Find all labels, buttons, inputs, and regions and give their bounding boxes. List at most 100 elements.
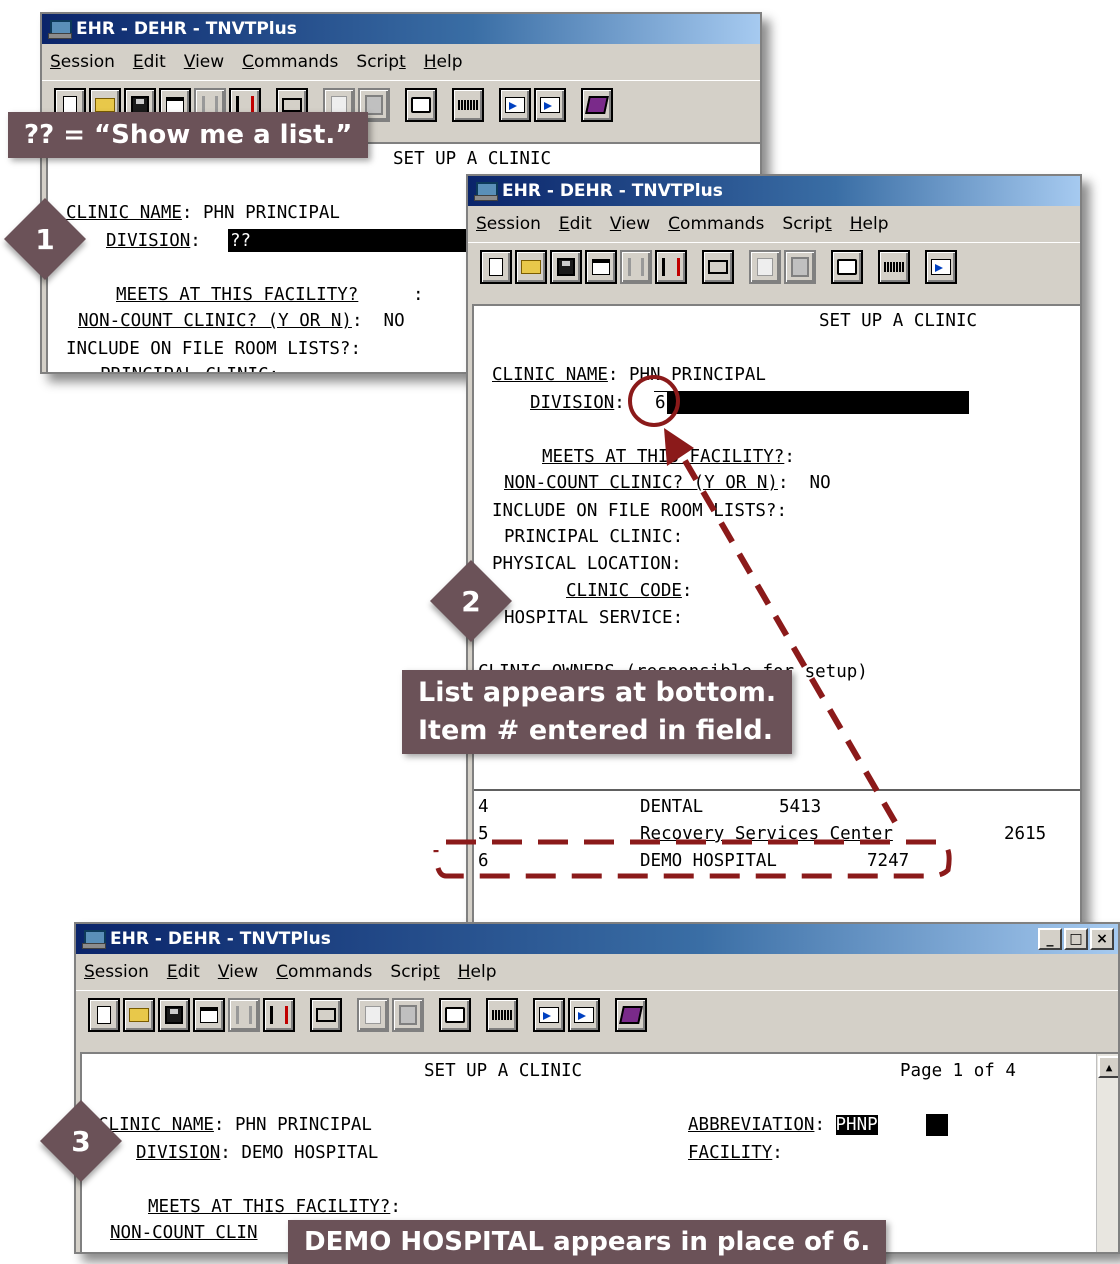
connect-icon <box>270 1005 288 1024</box>
settings-button[interactable] <box>620 249 652 284</box>
step-3-number: 3 <box>71 1124 91 1158</box>
menu-edit[interactable]: Edit <box>167 962 200 982</box>
keyboard-button[interactable] <box>486 997 518 1032</box>
paste-button[interactable] <box>784 249 816 284</box>
division-value: ?? <box>230 231 252 251</box>
window-3-title: EHR - DEHR - TNVTPlus <box>110 929 331 949</box>
help-book-icon <box>585 95 609 114</box>
maximize-button[interactable]: □ <box>1064 928 1088 950</box>
save-button[interactable] <box>550 249 582 284</box>
callout-list-appears: List appears at bottom. Item # entered i… <box>402 670 793 754</box>
save-icon <box>131 95 149 114</box>
menu-edit[interactable]: Edit <box>133 52 166 72</box>
frame-button[interactable] <box>831 249 863 284</box>
division-row: DIVISION: DEMO HOSPITAL <box>136 1143 379 1163</box>
minimize-button[interactable]: _ <box>1038 928 1062 950</box>
properties-button[interactable] <box>193 997 225 1032</box>
connect-button[interactable] <box>655 249 687 284</box>
page-indicator: Page 1 of 4 <box>900 1061 1016 1081</box>
step-1-number: 1 <box>35 222 55 256</box>
terminal-app-icon <box>48 20 72 39</box>
terminal-app-icon <box>474 182 498 201</box>
receive-button[interactable] <box>568 997 600 1032</box>
settings-icon <box>628 257 644 276</box>
paste-icon <box>791 256 809 277</box>
menu-session[interactable]: Session <box>476 214 541 234</box>
menu-script[interactable]: Script <box>782 214 831 234</box>
copy-icon <box>331 95 347 114</box>
facility-row: FACILITY: <box>688 1143 783 1163</box>
print-button[interactable] <box>702 249 734 284</box>
menu-view[interactable]: View <box>184 52 224 72</box>
open-button[interactable] <box>515 249 547 284</box>
window-2-titlebar[interactable]: EHR - DEHR - TNVTPlus <box>468 176 1080 206</box>
division-input[interactable] <box>654 391 969 414</box>
save-button[interactable] <box>158 997 190 1032</box>
meets-row: MEETS AT THIS FACILITY?: <box>148 1197 401 1217</box>
open-button[interactable] <box>123 997 155 1032</box>
print-button[interactable] <box>310 997 342 1032</box>
copy-button[interactable] <box>749 249 781 284</box>
list-item-num: 6 <box>478 851 489 871</box>
copy-icon <box>365 1005 381 1024</box>
paste-button[interactable] <box>392 997 424 1032</box>
receive-icon <box>574 1006 594 1023</box>
connect-button[interactable] <box>263 997 295 1032</box>
send-button[interactable] <box>533 997 565 1032</box>
send-button[interactable] <box>925 249 957 284</box>
menu-script[interactable]: Script <box>390 962 439 982</box>
menu-commands[interactable]: Commands <box>276 962 372 982</box>
window-2-terminal[interactable]: SET UP A CLINIC CLINIC NAME: PHN PRINCIP… <box>472 304 1080 932</box>
clinic-name-row: CLINIC NAME: PHN PRINCIPAL <box>98 1115 372 1135</box>
division-value: 6 <box>654 392 667 414</box>
save-icon <box>165 1005 183 1024</box>
settings-button[interactable] <box>228 997 260 1032</box>
menu-help[interactable]: Help <box>458 962 497 982</box>
division-row: DIVISION: <box>530 393 636 413</box>
frame-button[interactable] <box>439 997 471 1032</box>
menu-session[interactable]: Session <box>50 52 115 72</box>
menu-commands[interactable]: Commands <box>242 52 338 72</box>
new-document-icon <box>97 1005 111 1024</box>
close-button[interactable]: × <box>1090 928 1114 950</box>
principal-row: PRINCIPAL CLINIC: <box>504 527 684 547</box>
callout-show-list: ?? = “Show me a list.” <box>8 112 369 158</box>
send-button[interactable] <box>499 87 531 122</box>
settings-icon <box>202 95 218 114</box>
properties-button[interactable] <box>585 249 617 284</box>
menu-help[interactable]: Help <box>850 214 889 234</box>
menu-view[interactable]: View <box>610 214 650 234</box>
vertical-scrollbar[interactable]: ▲ <box>1096 1054 1118 1252</box>
menu-view[interactable]: View <box>218 962 258 982</box>
window-1-menubar: Session Edit View Commands Script Help <box>42 44 760 80</box>
menu-script[interactable]: Script <box>356 52 405 72</box>
open-folder-icon <box>521 259 541 274</box>
window-3-titlebar[interactable]: EHR - DEHR - TNVTPlus _ □ × <box>76 924 1118 954</box>
open-folder-icon <box>95 97 115 112</box>
window-1-titlebar[interactable]: EHR - DEHR - TNVTPlus <box>42 14 760 44</box>
menu-help[interactable]: Help <box>424 52 463 72</box>
print-icon <box>282 97 302 112</box>
scroll-up-arrow-icon[interactable]: ▲ <box>1098 1056 1118 1078</box>
keyboard-icon <box>884 261 904 272</box>
new-document-icon <box>63 95 77 114</box>
keyboard-button[interactable] <box>878 249 910 284</box>
window-2-menubar: Session Edit View Commands Script Help <box>468 206 1080 242</box>
new-button[interactable] <box>480 249 512 284</box>
window-3-menubar: Session Edit View Commands Script Help <box>76 954 1118 990</box>
frame-button[interactable] <box>405 87 437 122</box>
meets-label: MEETS AT THIS FACILITY? <box>116 285 359 305</box>
division-input[interactable] <box>228 229 488 252</box>
include-row: INCLUDE ON FILE ROOM LISTS?: <box>66 339 362 359</box>
meets-row: MEETS AT THIS FACILITY?: <box>542 447 795 467</box>
menu-edit[interactable]: Edit <box>559 214 592 234</box>
help-book-button[interactable] <box>581 87 613 122</box>
help-book-button[interactable] <box>615 997 647 1032</box>
copy-button[interactable] <box>357 997 389 1032</box>
menu-commands[interactable]: Commands <box>668 214 764 234</box>
keyboard-button[interactable] <box>452 87 484 122</box>
new-button[interactable] <box>88 997 120 1032</box>
window-controls: _ □ × <box>1038 928 1118 950</box>
receive-button[interactable] <box>534 87 566 122</box>
menu-session[interactable]: Session <box>84 962 149 982</box>
